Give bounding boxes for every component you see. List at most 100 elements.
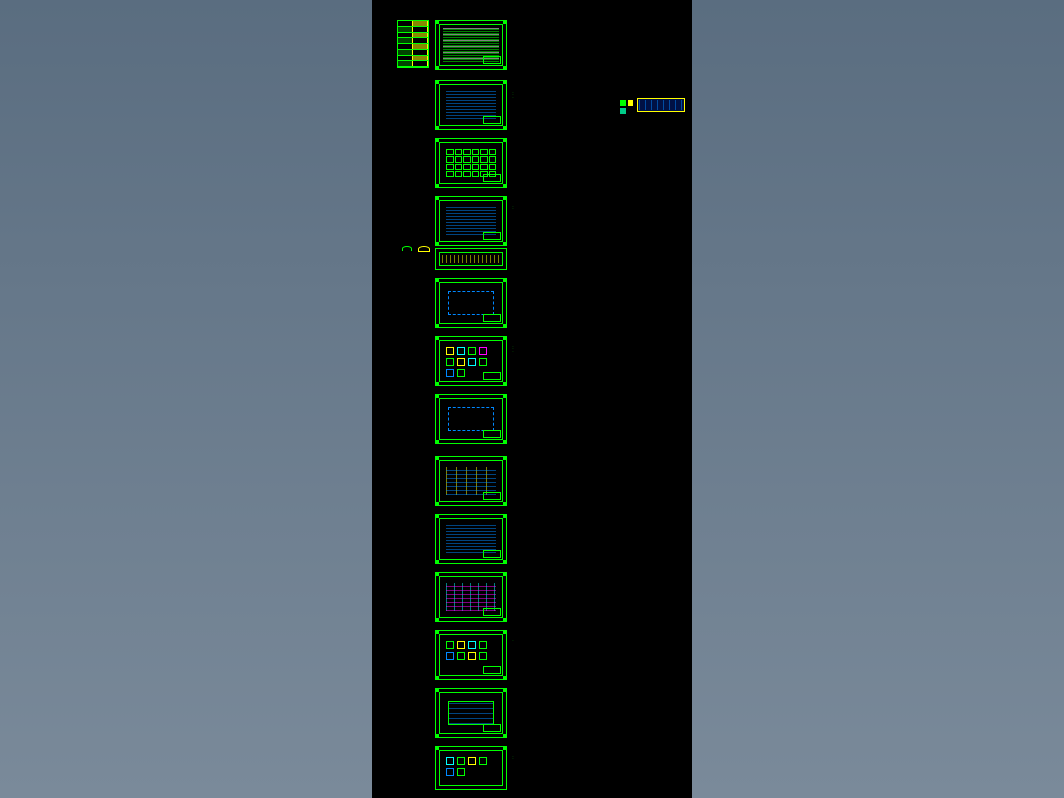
title-block [483,430,501,438]
sheet-border [439,24,503,66]
sheet-annotation: ··· ··· ··· [512,92,514,99]
info-panel [637,98,685,112]
title-block [483,116,501,124]
corner-mark-icon [503,630,507,634]
corner-mark-icon [503,242,507,246]
corner-mark-icon [435,734,439,738]
corner-mark-icon [503,456,507,460]
legend-row [398,61,428,67]
corner-mark-icon [503,394,507,398]
structural-grid [446,149,496,177]
title-block [483,666,501,674]
corner-mark-icon [503,196,507,200]
grid-plan [446,467,496,495]
title-block [483,56,501,64]
drawing-sheet-1[interactable] [435,20,507,70]
drawing-sheet-6[interactable] [435,278,507,328]
corner-mark-icon [435,184,439,188]
floor-plan [446,525,496,553]
sheet-border [439,460,503,502]
sheet-border [439,340,503,382]
corner-mark-icon [503,324,507,328]
detail-collection [446,641,496,669]
title-block [483,174,501,182]
corner-mark-icon [435,560,439,564]
corner-mark-icon [503,560,507,564]
legend-index-panel [397,20,429,68]
drawing-sheet-2[interactable] [435,80,507,130]
sheet-border [439,282,503,324]
title-block [483,232,501,240]
corner-mark-icon [503,138,507,142]
sheet-border [439,518,503,560]
corner-mark-icon [503,278,507,282]
sheet-border [439,576,503,618]
cad-drawing-canvas[interactable]: ··· ··· ··· ··· ··· ··· ··· ··· ··· ··· … [372,0,692,798]
drawing-sheet-4[interactable] [435,196,507,246]
drawing-sheet-8[interactable] [435,394,507,444]
sheet-border [439,252,503,266]
sheet-border [439,692,503,734]
colored-plan [446,583,496,611]
corner-mark-icon [503,734,507,738]
corner-mark-icon [503,502,507,506]
drawing-sheet-12[interactable] [435,630,507,680]
outline-plan [448,291,494,315]
corner-mark-icon [435,66,439,70]
title-block [483,372,501,380]
outline-plan [448,407,494,431]
drawing-sheet-9[interactable] [435,456,507,506]
corner-mark-icon [435,126,439,130]
corner-mark-icon [503,676,507,680]
corner-mark-icon [435,440,439,444]
corner-mark-icon [503,618,507,622]
sheet-border [439,84,503,126]
drawing-sheet-14[interactable] [435,746,507,790]
floor-plan [446,91,496,119]
corner-mark-icon [503,336,507,340]
corner-mark-icon [435,502,439,506]
drawing-sheet-13[interactable] [435,688,507,738]
corner-mark-icon [435,618,439,622]
corner-mark-icon [503,184,507,188]
drawing-sheet-7[interactable] [435,336,507,386]
corner-mark-icon [503,688,507,692]
simple-plan [448,701,494,725]
color-swatch-icon [620,100,626,106]
sheet-border [439,634,503,676]
sheet-annotation: ··· ··· ··· [512,346,514,353]
detail-collection [446,347,496,375]
drawing-sheet-5[interactable] [435,248,507,270]
title-block [483,492,501,500]
drawing-sheet-10[interactable] [435,514,507,564]
corner-mark-icon [503,382,507,386]
corner-mark-icon [503,440,507,444]
title-block [483,550,501,558]
section-content [442,255,500,263]
sheet-annotation: ··· ··· [512,756,514,761]
corner-mark-icon [435,324,439,328]
sheet-border [439,200,503,242]
drawing-sheet-3[interactable] [435,138,507,188]
sheet-border [439,398,503,440]
sheet-annotation: ··· ··· [512,206,514,211]
corner-mark-icon [503,126,507,130]
corner-mark-icon [503,746,507,750]
title-block [483,724,501,732]
corner-mark-icon [503,20,507,24]
corner-mark-icon [503,66,507,70]
corner-mark-icon [503,514,507,518]
sheet-border [439,750,503,786]
floor-plan [446,207,496,235]
corner-mark-icon [503,80,507,84]
drawing-sheet-11[interactable] [435,572,507,622]
color-swatch-icon [620,108,626,114]
corner-mark-icon [435,382,439,386]
corner-mark-icon [435,242,439,246]
arc-symbol-icon [418,246,430,252]
sheet-border [439,142,503,184]
sheet-annotation: ··· [512,640,514,642]
arc-symbol-icon [402,246,412,251]
detail-collection [446,757,496,779]
title-block [483,314,501,322]
